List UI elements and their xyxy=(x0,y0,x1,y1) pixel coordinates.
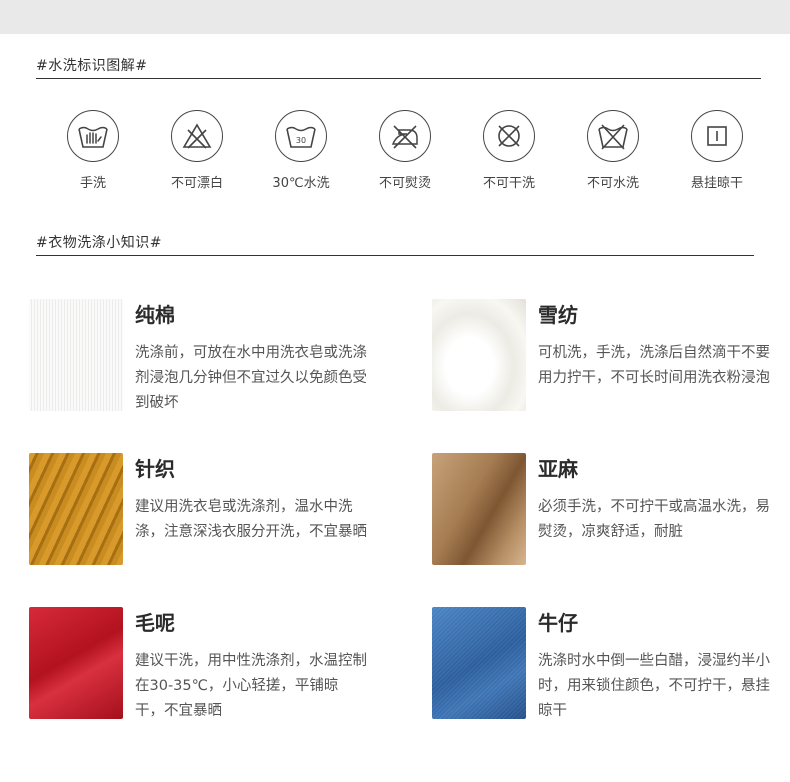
no-wash-icon xyxy=(587,110,639,162)
fabric-swatch xyxy=(29,607,123,719)
fabric-card-chiffon: 雪纺 可机洗，手洗，洗涤后自然滴干不要用力拧干，不可长时间用洗衣粉浸泡 xyxy=(432,299,772,411)
fabric-description: 建议干洗，用中性洗涤剂，水温控制在30-35℃，小心轻搓，平铺晾干，不宜暴晒 xyxy=(135,653,367,719)
care-symbol-hand-wash: 手洗 xyxy=(41,110,145,191)
fabric-card-linen: 亚麻 必须手洗，不可拧干或高温水洗，易熨烫，凉爽舒适，耐脏 xyxy=(432,453,772,565)
fabric-description: 必须手洗，不可拧干或高温水洗，易熨烫，凉爽舒适，耐脏 xyxy=(538,499,770,540)
fabric-description: 可机洗，手洗，洗涤后自然滴干不要用力拧干，不可长时间用洗衣粉浸泡 xyxy=(538,345,770,386)
top-banner xyxy=(0,0,790,34)
care-symbol-no-wash: 不可水洗 xyxy=(561,110,665,191)
fabric-title: 牛仔 xyxy=(538,611,578,635)
care-symbol-no-iron: 不可熨烫 xyxy=(353,110,457,191)
hang-dry-icon xyxy=(691,110,743,162)
fabric-card-knit: 针织 建议用洗衣皂或洗涤剂，温水中洗涤，注意深浅衣服分开洗，不宜暴晒 xyxy=(29,453,369,565)
wash-30-icon: 30 xyxy=(275,110,327,162)
hand-wash-icon xyxy=(67,110,119,162)
fabric-card-denim: 牛仔 洗涤时水中倒一些白醋，浸湿约半小时，用来锁住颜色，不可拧干，悬挂晾干 xyxy=(432,607,772,719)
fabric-swatch xyxy=(432,607,526,719)
care-symbols-heading: #水洗标识图解# xyxy=(36,58,148,74)
care-symbol-no-bleach: 不可漂白 xyxy=(145,110,249,191)
fabric-card-cotton: 纯棉 洗涤前，可放在水中用洗衣皂或洗涤剂浸泡几分钟但不宜过久以免颜色受到破坏 xyxy=(29,299,369,411)
no-iron-icon xyxy=(379,110,431,162)
care-label: 不可水洗 xyxy=(586,176,639,191)
care-label: 悬挂晾干 xyxy=(690,176,743,191)
tips-heading: #衣物洗涤小知识# xyxy=(36,235,162,251)
fabric-swatch xyxy=(432,299,526,411)
fabric-description: 洗涤时水中倒一些白醋，浸湿约半小时，用来锁住颜色，不可拧干，悬挂晾干 xyxy=(538,653,770,719)
heading-divider xyxy=(36,255,754,256)
care-symbol-no-dry-clean: 不可干洗 xyxy=(457,110,561,191)
care-label: 手洗 xyxy=(79,176,106,191)
wash-temperature: 30 xyxy=(296,136,306,145)
care-label: 不可干洗 xyxy=(482,176,535,191)
fabric-title: 针织 xyxy=(135,457,175,481)
heading-divider xyxy=(36,78,761,79)
no-bleach-icon xyxy=(171,110,223,162)
no-dry-clean-icon xyxy=(483,110,535,162)
fabric-swatch xyxy=(29,299,123,411)
fabric-description: 建议用洗衣皂或洗涤剂，温水中洗涤，注意深浅衣服分开洗，不宜暴晒 xyxy=(135,499,367,540)
care-label: 不可漂白 xyxy=(170,176,223,191)
fabric-description: 洗涤前，可放在水中用洗衣皂或洗涤剂浸泡几分钟但不宜过久以免颜色受到破坏 xyxy=(135,345,367,411)
fabric-title: 亚麻 xyxy=(538,457,578,481)
care-label: 不可熨烫 xyxy=(378,176,431,191)
fabric-title: 纯棉 xyxy=(135,303,175,327)
care-label: 30℃水洗 xyxy=(272,176,330,191)
care-symbol-wash-30: 30 30℃水洗 xyxy=(249,110,353,191)
fabric-swatch xyxy=(432,453,526,565)
care-symbols-row: 手洗 不可漂白 30 30℃水洗 不可熨烫 不可干洗 不可水洗 悬挂晾干 xyxy=(40,110,770,200)
care-symbol-hang-dry: 悬挂晾干 xyxy=(665,110,769,191)
fabric-card-wool: 毛呢 建议干洗，用中性洗涤剂，水温控制在30-35℃，小心轻搓，平铺晾干，不宜暴… xyxy=(29,607,369,719)
fabric-swatch xyxy=(29,453,123,565)
fabric-title: 毛呢 xyxy=(135,611,175,635)
fabric-title: 雪纺 xyxy=(538,303,578,327)
